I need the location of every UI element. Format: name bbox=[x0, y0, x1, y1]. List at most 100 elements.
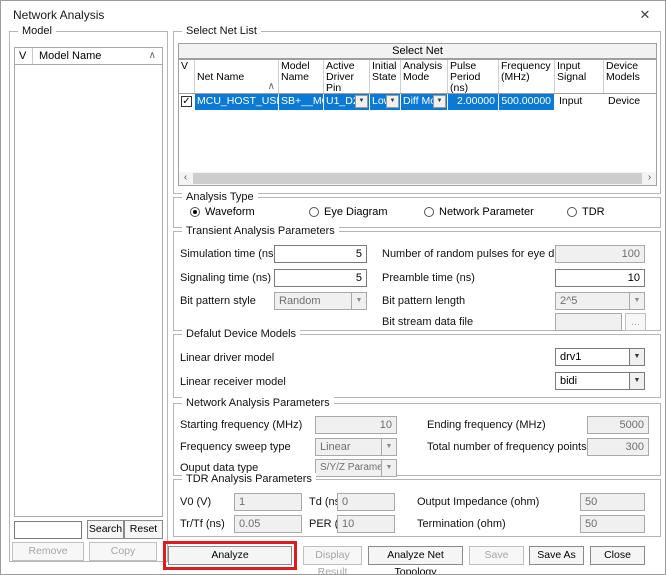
per-input bbox=[337, 515, 395, 533]
radio-icon bbox=[309, 207, 319, 217]
total-points-label: Total number of frequency points bbox=[427, 441, 587, 453]
chevron-down-icon[interactable]: ▼ bbox=[433, 95, 446, 108]
col-input-signal[interactable]: Input Signal bbox=[555, 60, 604, 93]
simulation-time-input[interactable] bbox=[274, 245, 367, 263]
row-checkbox[interactable]: ✓ bbox=[181, 96, 192, 107]
frequency-sweep-type-label: Frequency sweep type bbox=[180, 441, 291, 453]
net-table-header: V Net Name ∧ Model Name Active Driver Pi… bbox=[179, 60, 656, 94]
frequency-sweep-type-select: Linear ▼ bbox=[315, 438, 397, 456]
row-active-driver-pin[interactable]: U1_D2 ▼ bbox=[324, 94, 370, 110]
radio-tdr[interactable]: TDR bbox=[567, 206, 605, 218]
browse-button: ... bbox=[625, 313, 646, 331]
chevron-down-icon: ▼ bbox=[351, 293, 366, 309]
scroll-right-icon[interactable]: › bbox=[643, 172, 656, 185]
display-result-button[interactable]: Display Result bbox=[303, 546, 362, 565]
model-check-column-header[interactable]: V bbox=[15, 48, 33, 64]
bit-pattern-style-label: Bit pattern style bbox=[180, 295, 256, 307]
model-filter-input[interactable] bbox=[14, 521, 82, 539]
radio-network-parameter[interactable]: Network Parameter bbox=[424, 206, 534, 218]
row-initial-state[interactable]: Low ▼ bbox=[370, 94, 401, 110]
signaling-time-input[interactable] bbox=[274, 269, 367, 287]
chevron-down-icon[interactable]: ▼ bbox=[629, 373, 644, 389]
analysis-type-group: Analysis Type Waveform Eye Diagram Netwo… bbox=[173, 197, 661, 228]
transient-group: Transient Analysis Parameters Simulation… bbox=[173, 231, 661, 331]
preamble-time-input[interactable] bbox=[555, 269, 645, 287]
ending-frequency-input bbox=[587, 416, 649, 434]
bit-stream-file-input bbox=[555, 313, 622, 331]
radio-eye-diagram[interactable]: Eye Diagram bbox=[309, 206, 388, 218]
net-table: V Net Name ∧ Model Name Active Driver Pi… bbox=[178, 59, 657, 186]
reset-button[interactable]: Reset bbox=[124, 520, 163, 539]
select-net-band-header[interactable]: Select Net bbox=[178, 43, 657, 59]
model-group: Model V Model Name ∧ Search Reset Remove… bbox=[9, 31, 168, 562]
scrollbar-thumb[interactable] bbox=[193, 173, 642, 184]
starting-frequency-input bbox=[315, 416, 397, 434]
col-frequency[interactable]: Frequency (MHz) bbox=[499, 60, 555, 93]
close-icon[interactable]: ✕ bbox=[637, 7, 653, 23]
starting-frequency-label: Starting frequency (MHz) bbox=[180, 419, 302, 431]
row-frequency[interactable]: 500.00000 bbox=[499, 94, 555, 110]
sort-asc-icon[interactable]: ∧ bbox=[149, 50, 156, 61]
analyze-button[interactable]: Analyze bbox=[168, 546, 292, 565]
model-list[interactable] bbox=[14, 65, 163, 517]
copy-button[interactable]: Copy bbox=[89, 542, 157, 561]
linear-receiver-select[interactable]: bidi ▼ bbox=[555, 372, 645, 390]
chevron-down-icon[interactable]: ▼ bbox=[629, 349, 644, 365]
sort-asc-icon[interactable]: ∧ bbox=[268, 81, 275, 92]
row-input-signal[interactable]: Input bbox=[555, 94, 604, 110]
chevron-down-icon[interactable]: ▼ bbox=[386, 95, 399, 108]
network-params-group: Network Analysis Parameters Starting fre… bbox=[173, 403, 661, 476]
row-check-cell: ✓ bbox=[179, 94, 195, 110]
search-button[interactable]: Search bbox=[87, 520, 124, 539]
chevron-down-icon: ▼ bbox=[629, 293, 644, 309]
net-table-row[interactable]: ✓ MCU_HOST_USB+ SB+__MCU U1_D2 ▼ Low ▼ D… bbox=[179, 94, 656, 110]
row-net-name[interactable]: MCU_HOST_USB+ bbox=[195, 94, 279, 110]
total-points-input bbox=[587, 438, 649, 456]
select-net-list-group: Select Net List Select Net V Net Name ∧ … bbox=[173, 31, 661, 194]
trtf-input bbox=[234, 515, 302, 533]
row-model-name[interactable]: SB+__MCU bbox=[279, 94, 324, 110]
radio-waveform[interactable]: Waveform bbox=[190, 206, 255, 218]
close-button[interactable]: Close bbox=[590, 546, 645, 565]
signaling-time-label: Signaling time (ns) bbox=[180, 272, 271, 284]
col-check[interactable]: V bbox=[179, 60, 195, 93]
col-model-name[interactable]: Model Name bbox=[279, 60, 324, 93]
random-pulses-input bbox=[555, 245, 645, 263]
radio-icon bbox=[567, 207, 577, 217]
save-button[interactable]: Save bbox=[469, 546, 524, 565]
dialog-title: Network Analysis bbox=[13, 8, 104, 22]
ending-frequency-label: Ending frequency (MHz) bbox=[427, 419, 546, 431]
bit-pattern-length-select: 2^5 ▼ bbox=[555, 292, 645, 310]
model-name-column-header[interactable]: Model Name ∧ bbox=[33, 48, 162, 64]
title-bar: Network Analysis ✕ bbox=[1, 1, 665, 27]
analyze-net-topology-button[interactable]: Analyze Net Topology bbox=[368, 546, 463, 565]
radio-icon bbox=[424, 207, 434, 217]
horizontal-scrollbar[interactable]: ‹ › bbox=[179, 172, 656, 185]
col-initial-state[interactable]: Initial State bbox=[370, 60, 401, 93]
bit-stream-file-label: Bit stream data file bbox=[382, 316, 473, 328]
col-device-models[interactable]: Device Models bbox=[604, 60, 654, 93]
tdr-group-label: TDR Analysis Parameters bbox=[182, 473, 316, 485]
row-analysis-mode[interactable]: Diff Mo ▼ bbox=[401, 94, 448, 110]
row-device-models[interactable]: Device bbox=[604, 94, 654, 110]
col-net-name[interactable]: Net Name ∧ bbox=[195, 60, 279, 93]
linear-driver-select[interactable]: drv1 ▼ bbox=[555, 348, 645, 366]
device-models-group: Defalut Device Models Linear driver mode… bbox=[173, 334, 661, 398]
col-pulse-period[interactable]: Pulse Period (ns) bbox=[448, 60, 499, 93]
model-list-header[interactable]: V Model Name ∧ bbox=[14, 47, 163, 65]
col-active-driver[interactable]: Active Driver Pin bbox=[324, 60, 370, 93]
preamble-time-label: Preamble time (ns) bbox=[382, 272, 475, 284]
remove-button[interactable]: Remove bbox=[12, 542, 84, 561]
radio-icon bbox=[190, 207, 200, 217]
v0-input bbox=[234, 493, 302, 511]
td-input bbox=[337, 493, 395, 511]
scroll-left-icon[interactable]: ‹ bbox=[179, 172, 192, 185]
device-models-group-label: Defalut Device Models bbox=[182, 328, 300, 340]
save-as-button[interactable]: Save As bbox=[529, 546, 584, 565]
linear-driver-label: Linear driver model bbox=[180, 352, 274, 364]
output-impedance-label: Output Impedance (ohm) bbox=[417, 496, 539, 508]
chevron-down-icon[interactable]: ▼ bbox=[355, 95, 368, 108]
row-pulse-period[interactable]: 2.00000 bbox=[448, 94, 499, 110]
col-analysis-mode[interactable]: Analysis Mode bbox=[401, 60, 448, 93]
network-params-group-label: Network Analysis Parameters bbox=[182, 397, 334, 409]
